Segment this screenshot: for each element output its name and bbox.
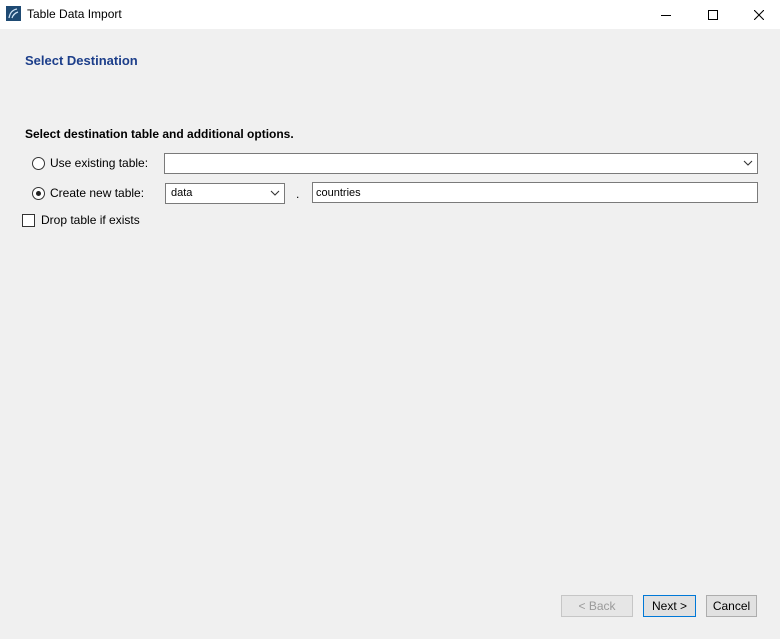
page-heading: Select Destination bbox=[25, 53, 138, 68]
drop-table-option[interactable]: Drop table if exists bbox=[22, 213, 140, 227]
minimize-icon bbox=[661, 14, 671, 16]
close-icon bbox=[754, 9, 764, 20]
maximize-button[interactable] bbox=[690, 0, 736, 29]
existing-table-dropdown[interactable] bbox=[164, 153, 758, 174]
title-bar: Table Data Import bbox=[0, 0, 780, 29]
cancel-button[interactable]: Cancel bbox=[706, 595, 757, 617]
maximize-icon bbox=[708, 9, 718, 20]
schema-dropdown[interactable]: data bbox=[165, 183, 285, 204]
drop-table-label: Drop table if exists bbox=[41, 213, 140, 227]
schema-table-separator: . bbox=[296, 187, 300, 201]
schema-value: data bbox=[171, 187, 193, 199]
chevron-down-icon bbox=[743, 160, 753, 166]
instructions-text: Select destination table and additional … bbox=[25, 127, 294, 141]
next-button[interactable]: Next > bbox=[643, 595, 696, 617]
new-table-name-input[interactable] bbox=[312, 182, 758, 203]
back-button[interactable]: < Back bbox=[561, 595, 633, 617]
mysql-workbench-icon bbox=[6, 6, 21, 21]
create-new-table-label: Create new table: bbox=[50, 186, 145, 200]
create-new-table-radio[interactable] bbox=[32, 186, 45, 200]
create-new-table-option[interactable]: Create new table: bbox=[32, 186, 144, 200]
drop-table-checkbox[interactable] bbox=[22, 213, 35, 227]
use-existing-table-option[interactable]: Use existing table: bbox=[32, 156, 148, 170]
use-existing-table-radio[interactable] bbox=[32, 156, 45, 170]
close-button[interactable] bbox=[736, 0, 780, 29]
use-existing-table-label: Use existing table: bbox=[50, 156, 149, 170]
minimize-button[interactable] bbox=[643, 0, 689, 29]
window-title: Table Data Import bbox=[27, 7, 122, 21]
chevron-down-icon bbox=[270, 190, 280, 196]
